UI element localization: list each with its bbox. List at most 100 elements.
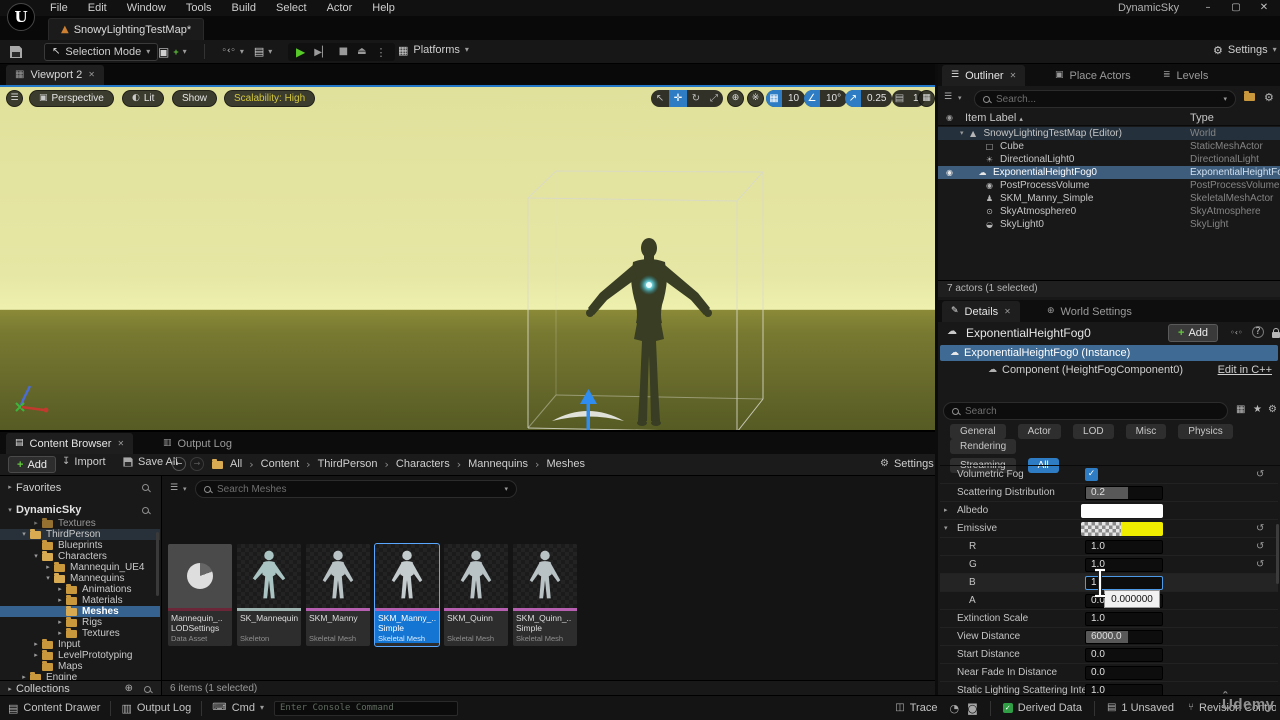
expand-arrow-icon[interactable] [960,130,964,137]
filter-general[interactable]: General [950,424,1006,439]
filter-icon[interactable] [170,484,178,493]
console-command-input[interactable] [274,701,458,716]
collapse-arrow-icon[interactable] [944,525,948,532]
close-icon[interactable] [117,440,124,448]
breadcrumb-all[interactable]: All [230,458,242,470]
close-button[interactable] [1250,0,1278,15]
asset-tile-lodsettings[interactable]: Mannequin_.. LODSettings Data Asset [168,544,232,646]
cmd-dropdown[interactable]: Cmd [212,702,264,714]
outliner-row-skyatmosphere[interactable]: SkyAtmosphere0 SkyAtmosphere [938,205,1280,218]
static-lighting-scattering-field[interactable]: 1.0 [1085,684,1163,695]
tab-viewport-2[interactable]: Viewport 2 [6,65,104,85]
tree-item-textures[interactable]: Textures [0,628,160,639]
unreal-logo-icon[interactable]: U [7,3,35,31]
albedo-color-swatch[interactable] [1081,504,1163,518]
output-log-button[interactable]: Output Log [121,702,191,714]
asset-tile-skm-quinn[interactable]: SKM_Quinn Skeletal Mesh [444,544,508,646]
chevron-down-icon[interactable] [958,95,962,102]
viewport-options-menu[interactable] [6,90,23,107]
reset-icon[interactable] [1256,560,1264,570]
tree-item-mannequins[interactable]: Mannequins [0,573,160,584]
skip-button[interactable] [314,46,329,58]
scale-snap-value[interactable]: 0.25 [861,93,892,104]
perspective-dropdown[interactable]: Perspective [29,90,114,107]
close-icon[interactable] [88,71,95,79]
play-options-icon[interactable] [376,47,387,58]
tree-item-input[interactable]: Input [0,639,160,650]
tab-outliner[interactable]: Outliner [942,65,1025,86]
menu-actor[interactable]: Actor [317,0,363,16]
menu-build[interactable]: Build [222,0,266,16]
outliner-row-exponentialheightfog[interactable]: ExponentialHeightFog0 ExponentialHeightF… [938,166,1280,179]
emissive-color-swatch[interactable] [1081,522,1163,536]
scattering-distribution-field[interactable]: 0.2 [1085,486,1163,500]
import-button[interactable]: Import [62,456,106,468]
close-icon[interactable] [1010,72,1017,80]
minimize-button[interactable] [1194,0,1222,15]
tree-item-textures-top[interactable]: Textures [0,518,160,529]
maximize-button[interactable] [1222,0,1250,15]
lock-icon[interactable] [1272,329,1280,341]
save-button[interactable] [10,46,22,61]
tab-levels[interactable]: Levels [1154,65,1217,86]
tree-item-thirdperson[interactable]: ThirdPerson [0,529,160,540]
breadcrumb-content[interactable]: Content [261,458,300,470]
menu-select[interactable]: Select [266,0,317,16]
reset-icon[interactable] [1256,470,1264,480]
insights-icon[interactable] [949,703,959,714]
gear-icon[interactable] [1264,92,1274,103]
asset-tile-sk-mannequin[interactable]: SK_Mannequin Skeleton [237,544,301,646]
search-icon[interactable] [142,484,149,491]
asset-tile-skm-manny-simple[interactable]: SKM_Manny_.. Simple Skeletal Mesh [375,544,439,646]
add-component-button[interactable]: +Add [1168,324,1218,342]
tab-content-browser[interactable]: Content Browser [6,433,133,454]
outliner-search-input[interactable] [974,90,1236,108]
chevron-down-icon[interactable] [183,486,187,493]
eject-button[interactable] [357,47,366,57]
show-dropdown[interactable]: Show [172,90,217,107]
tree-root-dynamicsky[interactable]: DynamicSky [0,502,161,518]
eye-icon[interactable] [946,169,953,177]
outliner-row-postprocessvolume[interactable]: PostProcessVolume PostProcessVolume [938,179,1280,192]
scale-tool[interactable] [705,90,723,107]
tab-details[interactable]: Details [942,301,1020,322]
breadcrumb-meshes[interactable]: Meshes [546,458,585,470]
tree-item-materials[interactable]: Materials [0,595,160,606]
add-asset-button[interactable]: +Add [8,456,56,473]
filter-physics[interactable]: Physics [1178,424,1232,439]
surface-snapping-button[interactable] [747,90,764,107]
save-all-button[interactable]: Save All [122,456,178,468]
help-icon[interactable] [1252,326,1264,338]
outliner-row-cube[interactable]: Cube StaticMeshActor [938,140,1280,153]
selection-mode-dropdown[interactable]: Selection Mode [44,43,158,61]
move-tool[interactable] [669,90,687,107]
start-distance-field[interactable]: 0.0 [1085,648,1163,662]
create-folder-icon[interactable] [1244,92,1260,104]
outliner-row-skm-manny[interactable]: SKM_Manny_Simple SkeletalMeshActor [938,192,1280,205]
chevron-down-icon[interactable] [504,486,508,493]
near-fade-in-distance-field[interactable]: 0.0 [1085,666,1163,680]
trace-button[interactable]: Trace [895,702,937,714]
filter-actor[interactable]: Actor [1018,424,1061,439]
grid-snap-toggle[interactable] [766,90,782,107]
content-drawer-button[interactable]: Content Drawer [8,702,100,714]
cinematics-button[interactable] [254,46,272,57]
play-button[interactable] [296,46,305,58]
gear-icon[interactable] [1268,405,1277,415]
column-type[interactable]: Type [1190,112,1214,124]
menu-tools[interactable]: Tools [176,0,222,16]
platforms-dropdown[interactable]: Platforms [398,44,469,56]
instance-row[interactable]: ExponentialHeightFog0 (Instance) [940,345,1278,361]
extinction-scale-field[interactable]: 1.0 [1085,612,1163,626]
menu-window[interactable]: Window [117,0,176,16]
viewport-canvas[interactable]: Perspective Lit Show Scalability: High 1… [0,87,935,430]
menu-help[interactable]: Help [362,0,405,16]
filter-lod[interactable]: LOD [1073,424,1114,439]
tab-world-settings[interactable]: World Settings [1038,301,1141,322]
eye-icon[interactable] [946,114,953,122]
breadcrumb-mannequins[interactable]: Mannequins [468,458,528,470]
grid-snap-value[interactable]: 10 [782,93,805,104]
tree-item-meshes[interactable]: Meshes [0,606,160,617]
select-tool[interactable] [651,90,669,107]
menu-file[interactable]: File [40,0,78,16]
